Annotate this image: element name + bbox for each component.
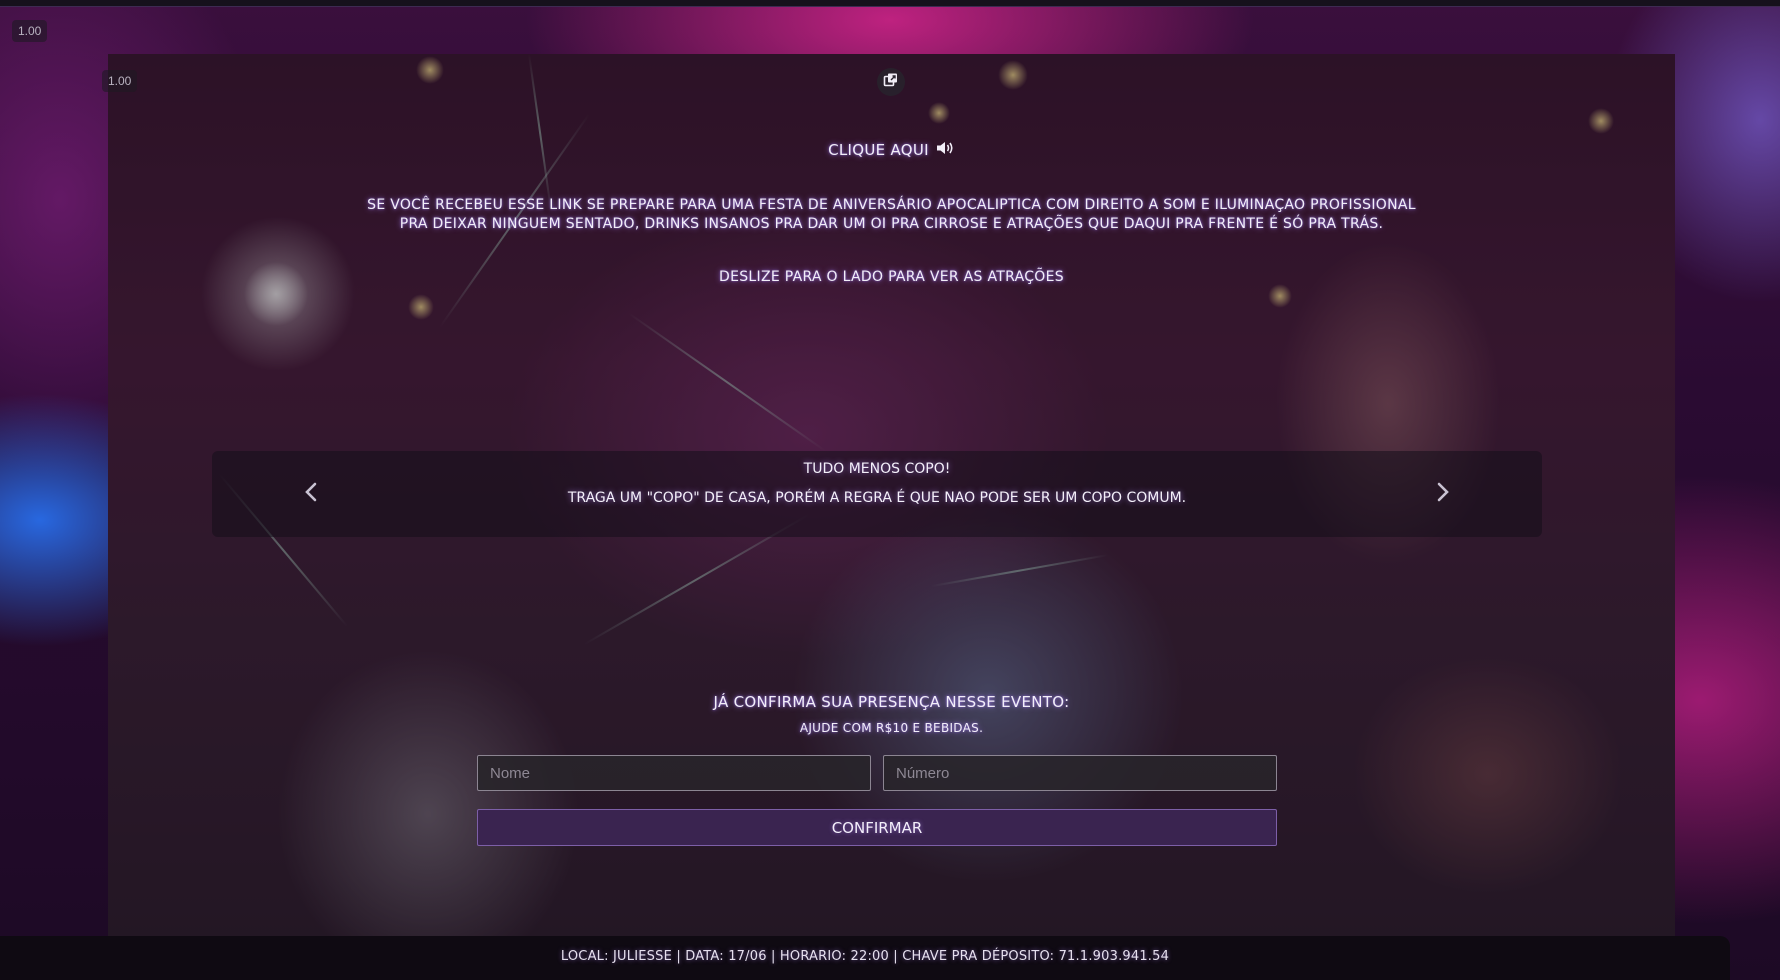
- carousel-next-button[interactable]: [1432, 482, 1454, 506]
- number-input[interactable]: [883, 755, 1277, 791]
- swipe-hint: DESLIZE PARA O LADO PARA VER AS ATRAÇÕES: [719, 269, 1064, 285]
- popout-window-icon: [883, 72, 899, 92]
- attractions-carousel[interactable]: TUDO MENOS COPO! TRAGA UM "COPO" DE CASA…: [212, 451, 1542, 537]
- invite-line-1: SE VOCÊ RECEBEU ESSE LINK SE PREPARE PAR…: [367, 197, 1416, 213]
- click-here-button[interactable]: CLIQUE AQUI: [108, 140, 1675, 160]
- name-input[interactable]: [477, 755, 871, 791]
- click-here-label: CLIQUE AQUI: [828, 141, 929, 159]
- speaker-volume-icon: [935, 140, 955, 160]
- invite-text: SE VOCÊ RECEBEU ESSE LINK SE PREPARE PAR…: [108, 196, 1675, 234]
- inner-zoom-indicator: 1.00: [102, 70, 138, 92]
- chevron-right-icon: [1436, 482, 1450, 506]
- event-details: LOCAL: JULIESSE | DATA: 17/06 | HORARIO:…: [560, 949, 1170, 964]
- invite-line-2: PRA DEIXAR NINGUEM SENTADO, DRINKS INSAN…: [399, 216, 1384, 232]
- top-border: [0, 0, 1780, 7]
- confirm-title: JÁ CONFIRMA SUA PRESENÇA NESSE EVENTO:: [713, 693, 1070, 711]
- footer-bar: LOCAL: JULIESSE | DATA: 17/06 | HORARIO:…: [0, 936, 1730, 980]
- confirm-button[interactable]: CONFIRMAR: [477, 809, 1277, 846]
- popout-button[interactable]: [877, 68, 905, 96]
- outer-zoom-indicator: 1.00: [12, 20, 48, 42]
- carousel-slide-title: TUDO MENOS COPO!: [803, 461, 951, 477]
- confirm-subtitle: AJUDE COM R$10 E BEBIDAS.: [799, 721, 984, 735]
- carousel-slide-description: TRAGA UM "COPO" DE CASA, PORÉM A REGRA É…: [567, 490, 1187, 506]
